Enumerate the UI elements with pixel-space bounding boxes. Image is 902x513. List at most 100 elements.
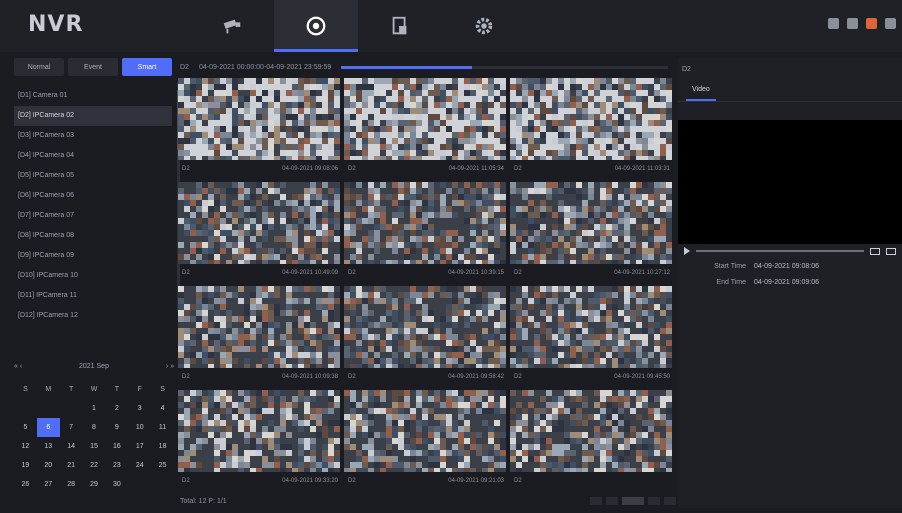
camera-list-item[interactable]: [D7] IPCamera 07 bbox=[14, 206, 172, 226]
camera-list-item[interactable]: [D9] IPCamera 09 bbox=[14, 246, 172, 266]
thumbnail-channel: D2 bbox=[182, 478, 190, 484]
playback-icon bbox=[306, 16, 326, 36]
snapshot-image[interactable] bbox=[178, 182, 340, 264]
thumbnail-tile[interactable]: D2 04-09-2021 10:39:15 bbox=[344, 182, 508, 286]
calendar-day[interactable]: 12 bbox=[14, 437, 37, 456]
monitor-icon[interactable] bbox=[847, 18, 858, 29]
calendar-day[interactable]: 3 bbox=[128, 399, 151, 418]
mode-tab-smart[interactable]: Smart bbox=[122, 58, 172, 76]
thumbnail-tile[interactable]: D2 04-09-2021 11:03:31 bbox=[510, 78, 674, 182]
camera-list-item[interactable]: [D10] IPCamera 10 bbox=[14, 266, 172, 286]
thumbnail-tile[interactable]: D2 04-09-2021 09:45:50 bbox=[510, 286, 674, 390]
pager-first-button[interactable] bbox=[590, 497, 602, 505]
player-progress[interactable] bbox=[696, 250, 864, 252]
nav-live-view[interactable] bbox=[190, 0, 274, 52]
camera-list-item[interactable]: [D11] IPCamera 11 bbox=[14, 286, 172, 306]
pager-next-button[interactable] bbox=[648, 497, 660, 505]
calendar-day[interactable]: 17 bbox=[128, 437, 151, 456]
calendar-day[interactable]: 21 bbox=[60, 456, 83, 475]
calendar-day[interactable]: 24 bbox=[128, 456, 151, 475]
snapshot-image[interactable] bbox=[344, 182, 506, 264]
calendar-day[interactable]: 7 bbox=[60, 418, 83, 437]
snapshot-image[interactable] bbox=[510, 78, 672, 160]
camera-list-item[interactable]: [D5] IPCamera 05 bbox=[14, 166, 172, 186]
calendar-day[interactable]: 26 bbox=[14, 475, 37, 494]
alarm-icon[interactable] bbox=[866, 18, 877, 29]
calendar-weekday: T bbox=[68, 386, 74, 393]
snapshot-image[interactable] bbox=[178, 78, 340, 160]
calendar-day[interactable]: 10 bbox=[128, 418, 151, 437]
status-icon[interactable] bbox=[828, 18, 839, 29]
thumbnail-caption: D2 04-09-2021 09:45:50 bbox=[510, 368, 674, 386]
calendar-day[interactable]: 16 bbox=[105, 437, 128, 456]
camera-list-item[interactable]: [D1] Camera 01 bbox=[14, 86, 172, 106]
calendar-day[interactable]: 9 bbox=[105, 418, 128, 437]
snapshot-image[interactable] bbox=[178, 390, 340, 472]
calendar-day[interactable]: 2 bbox=[105, 399, 128, 418]
thumbnail-caption: D2 04-09-2021 09:33:20 bbox=[178, 472, 342, 490]
camera-list-item[interactable]: [D4] IPCamera 04 bbox=[14, 146, 172, 166]
calendar-day[interactable]: 23 bbox=[105, 456, 128, 475]
pager-prev-button[interactable] bbox=[606, 497, 618, 505]
camera-list-item[interactable]: [D6] IPCamera 06 bbox=[14, 186, 172, 206]
calendar-day[interactable]: 29 bbox=[83, 475, 106, 494]
calendar-day[interactable]: 30 bbox=[105, 475, 128, 494]
result-channel: D2 bbox=[180, 63, 189, 71]
calendar-day[interactable]: 1 bbox=[83, 399, 106, 418]
snapshot-image[interactable] bbox=[510, 286, 672, 368]
camera-list-item[interactable]: [D2] IPCamera 02 bbox=[14, 106, 172, 126]
calendar-day[interactable]: 6 bbox=[36, 418, 60, 437]
thumbnail-caption: D2 bbox=[510, 472, 674, 490]
camera-list-item[interactable]: [D12] IPCamera 12 bbox=[14, 306, 172, 326]
mode-tab-normal[interactable]: Normal bbox=[14, 58, 64, 76]
thumbnail-tile[interactable]: D2 bbox=[510, 390, 674, 494]
snapshot-image[interactable] bbox=[178, 286, 340, 368]
thumbnail-tile[interactable]: D2 04-09-2021 09:21:03 bbox=[344, 390, 508, 494]
camera-list-item[interactable]: [D8] IPCamera 08 bbox=[14, 226, 172, 246]
camera-list-item[interactable]: [D3] IPCamera 03 bbox=[14, 126, 172, 146]
calendar-day[interactable]: 11 bbox=[151, 418, 174, 437]
thumbnail-tile[interactable]: D2 04-09-2021 09:08:06 bbox=[178, 78, 342, 182]
result-timeline[interactable] bbox=[341, 65, 668, 69]
thumbnail-tile[interactable]: D2 04-09-2021 11:05:34 bbox=[344, 78, 508, 182]
thumbnail-tile[interactable]: D2 04-09-2021 09:33:20 bbox=[178, 390, 342, 494]
user-icon[interactable] bbox=[885, 18, 896, 29]
nav-settings[interactable] bbox=[442, 0, 526, 52]
thumbnail-tile[interactable]: D2 04-09-2021 10:09:38 bbox=[178, 286, 342, 390]
calendar-day[interactable]: 28 bbox=[60, 475, 83, 494]
snapshot-image[interactable] bbox=[344, 390, 506, 472]
tab-video[interactable]: Video bbox=[686, 86, 716, 101]
snapshot-image[interactable] bbox=[344, 286, 506, 368]
calendar-day[interactable]: 27 bbox=[37, 475, 60, 494]
calendar-day[interactable]: 22 bbox=[83, 456, 106, 475]
clip-icon[interactable] bbox=[870, 247, 880, 255]
pager-last-button[interactable] bbox=[664, 497, 676, 505]
fullscreen-icon[interactable] bbox=[886, 247, 896, 255]
calendar-empty bbox=[128, 475, 151, 494]
calendar-month: 2021 Sep bbox=[79, 362, 109, 370]
calendar-day[interactable]: 19 bbox=[14, 456, 37, 475]
thumbnail-caption: D2 04-09-2021 11:05:34 bbox=[344, 160, 508, 178]
calendar-day[interactable]: 20 bbox=[37, 456, 60, 475]
video-player[interactable] bbox=[678, 120, 902, 244]
calendar-day[interactable]: 25 bbox=[151, 456, 174, 475]
pager-page-input[interactable] bbox=[622, 497, 644, 505]
mode-tab-event[interactable]: Event bbox=[68, 58, 118, 76]
snapshot-image[interactable] bbox=[510, 390, 672, 472]
calendar-day[interactable]: 18 bbox=[151, 437, 174, 456]
snapshot-image[interactable] bbox=[510, 182, 672, 264]
calendar-day[interactable]: 13 bbox=[37, 437, 60, 456]
play-icon[interactable] bbox=[684, 247, 690, 255]
calendar-day[interactable]: 4 bbox=[151, 399, 174, 418]
thumbnail-tile[interactable]: D2 04-09-2021 10:49:09 bbox=[178, 182, 342, 286]
snapshot-image[interactable] bbox=[344, 78, 506, 160]
thumbnail-tile[interactable]: D2 04-09-2021 09:58:42 bbox=[344, 286, 508, 390]
calendar-day[interactable]: 15 bbox=[83, 437, 106, 456]
nav-files[interactable] bbox=[358, 0, 442, 52]
thumbnail-tile[interactable]: D2 04-09-2021 10:27:12 bbox=[510, 182, 674, 286]
nav-playback[interactable] bbox=[274, 0, 358, 52]
calendar-day[interactable]: 14 bbox=[60, 437, 83, 456]
calendar-day[interactable]: 5 bbox=[14, 418, 37, 437]
calendar-prev-button[interactable]: « ‹ bbox=[14, 363, 22, 370]
calendar-day[interactable]: 8 bbox=[83, 418, 106, 437]
